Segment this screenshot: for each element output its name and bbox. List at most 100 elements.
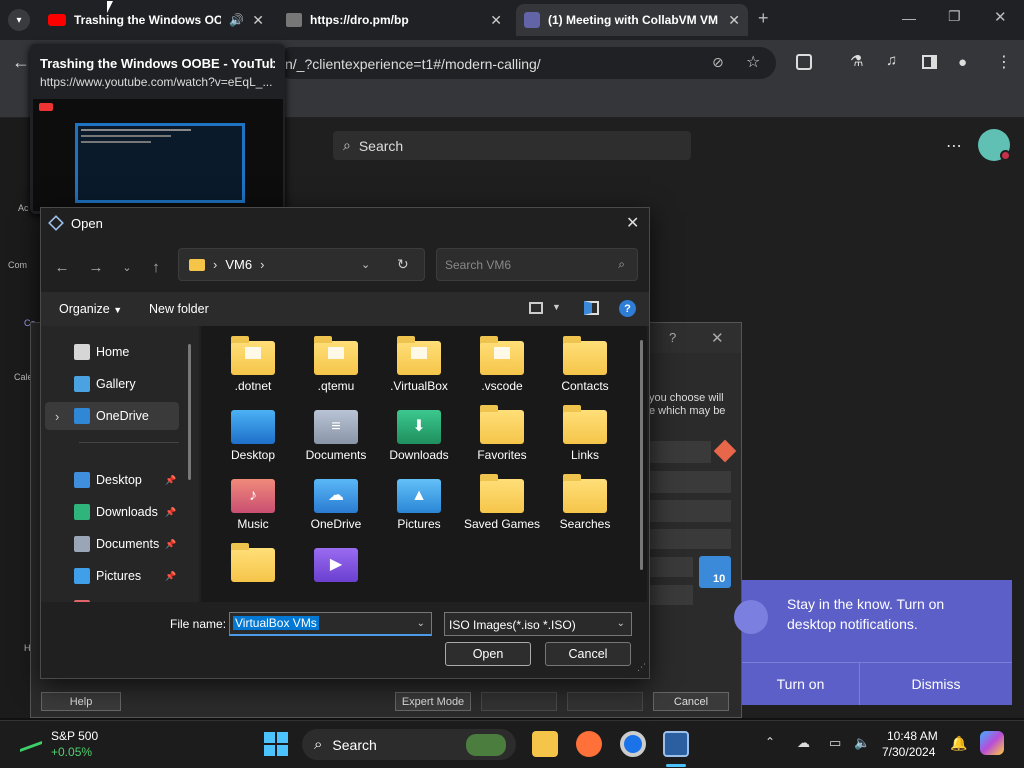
name-field[interactable] xyxy=(649,441,711,463)
view-options-icon[interactable] xyxy=(529,302,543,314)
stock-widget-name[interactable]: S&P 500 xyxy=(51,729,98,743)
new-folder-button[interactable]: New folder xyxy=(149,302,209,316)
tab-youtube[interactable]: Trashing the Windows OOBE - YouTube 🔊 ✕ xyxy=(40,4,272,36)
forward-icon[interactable]: → xyxy=(85,256,107,278)
file-type-select[interactable]: ISO Images(*.iso *.ISO) ⌄ xyxy=(444,612,632,636)
file-item[interactable]: .VirtualBox xyxy=(380,336,458,394)
nav-item[interactable]: Downloads 📌 xyxy=(41,498,191,526)
preview-pane-icon[interactable] xyxy=(584,301,599,315)
file-item[interactable] xyxy=(214,543,292,586)
nav-item[interactable]: Home xyxy=(41,338,191,366)
back-button[interactable] xyxy=(481,692,557,711)
iso-combo[interactable] xyxy=(649,500,731,522)
nav-item[interactable]: Music📌 xyxy=(41,594,191,602)
bell-icon[interactable]: 🔔 xyxy=(950,735,967,752)
more-options-icon[interactable]: ⋯ xyxy=(946,136,962,156)
file-list-scrollbar[interactable] xyxy=(640,340,643,570)
file-name-input[interactable]: VirtualBox VMs ⌄ xyxy=(229,612,432,636)
file-explorer-icon[interactable] xyxy=(532,731,558,757)
resize-grip-icon[interactable]: ⋰ xyxy=(637,662,646,673)
organize-button[interactable]: Organize ▼ xyxy=(59,302,122,316)
restore-window-button[interactable]: ❐ xyxy=(948,8,961,25)
recent-locations-icon[interactable]: ⌄ xyxy=(116,256,138,278)
expert-mode-button[interactable]: Expert Mode xyxy=(395,692,471,711)
close-window-button[interactable]: ✕ xyxy=(994,8,1007,26)
start-button[interactable] xyxy=(264,732,288,756)
close-tab-icon[interactable]: ✕ xyxy=(252,12,264,29)
chevron-up-icon[interactable]: ⌃ xyxy=(765,735,775,749)
close-icon[interactable]: ✕ xyxy=(626,213,639,233)
teams-search-bar[interactable]: ⌕ Search xyxy=(333,131,691,160)
clock-time[interactable]: 10:48 AM xyxy=(887,729,938,743)
profile-icon[interactable]: ● xyxy=(958,54,967,71)
display-icon[interactable]: ▭ xyxy=(829,735,841,751)
file-item[interactable]: .dotnet xyxy=(214,336,292,394)
eye-off-icon[interactable]: ⊘ xyxy=(712,54,724,71)
chevron-down-icon[interactable]: ⌄ xyxy=(417,618,425,629)
file-item[interactable]: ▶ xyxy=(297,548,375,586)
taskbar-search[interactable]: ⌕ Search xyxy=(302,729,516,760)
tab-teams-meeting[interactable]: (1) Meeting with CollabVM VM ✕ xyxy=(516,4,748,36)
new-tab-button[interactable]: + xyxy=(758,8,769,29)
close-tab-icon[interactable]: ✕ xyxy=(728,12,740,29)
volume-icon[interactable]: 🔈 xyxy=(854,735,870,751)
folder-combo[interactable] xyxy=(649,471,731,493)
chevron-right-icon[interactable]: › xyxy=(55,409,59,424)
file-item[interactable]: Favorites xyxy=(463,405,541,463)
nav-item[interactable]: Gallery xyxy=(41,370,191,398)
chrome-icon[interactable] xyxy=(620,731,646,757)
back-icon[interactable]: ← xyxy=(12,52,30,73)
help-icon[interactable]: ? xyxy=(619,300,636,317)
media-control-icon[interactable]: ♫ xyxy=(886,52,897,69)
cancel-button[interactable]: Cancel xyxy=(653,692,729,711)
side-panel-icon[interactable] xyxy=(922,55,937,69)
search-input[interactable]: Search VM6 ⌕ xyxy=(436,248,638,281)
next-button[interactable] xyxy=(567,692,643,711)
open-button[interactable]: Open xyxy=(445,642,531,666)
rail-label-community[interactable]: Com xyxy=(8,260,27,270)
file-item[interactable]: Contacts xyxy=(546,336,624,394)
chevron-down-icon[interactable]: ▼ xyxy=(552,302,561,312)
tab-dro[interactable]: https://dro.pm/bp ✕ xyxy=(278,4,510,36)
firefox-icon[interactable] xyxy=(576,731,602,757)
file-item[interactable]: .qtemu xyxy=(297,336,375,394)
star-icon[interactable]: ☆ xyxy=(746,52,760,72)
labs-icon[interactable]: ⚗ xyxy=(850,52,863,70)
file-item[interactable]: .vscode xyxy=(463,336,541,394)
back-icon[interactable]: ← xyxy=(51,256,73,278)
type-combo[interactable] xyxy=(649,557,693,577)
turn-on-button[interactable]: Turn on xyxy=(742,662,860,705)
file-item[interactable]: ⬇ Downloads xyxy=(380,410,458,463)
nav-item[interactable]: Desktop 📌 xyxy=(41,466,191,494)
nav-item[interactable]: Pictures 📌 xyxy=(41,562,191,590)
virtualbox-icon[interactable] xyxy=(663,731,689,757)
file-item[interactable]: ▲ Pictures xyxy=(380,479,458,532)
file-item[interactable]: Saved Games xyxy=(463,474,541,532)
rail-label-activity[interactable]: Ac xyxy=(18,203,29,213)
file-item[interactable]: ☁ OneDrive xyxy=(297,479,375,532)
file-item[interactable]: ≡ Documents xyxy=(297,410,375,463)
clock-date[interactable]: 7/30/2024 xyxy=(882,745,935,759)
nav-scrollbar[interactable] xyxy=(188,344,191,480)
help-button[interactable]: Help xyxy=(41,692,121,711)
close-icon[interactable]: ✕ xyxy=(711,329,724,347)
menu-dots-icon[interactable]: ⋮ xyxy=(996,52,1012,72)
file-item[interactable]: ♪ Music xyxy=(214,479,292,532)
file-item[interactable]: Searches xyxy=(546,474,624,532)
network-icon[interactable]: ☁ xyxy=(797,735,810,751)
file-item[interactable]: Desktop xyxy=(214,410,292,463)
chevron-down-icon[interactable]: ⌄ xyxy=(361,258,370,271)
nav-item[interactable]: Documents 📌 xyxy=(41,530,191,558)
cancel-button[interactable]: Cancel xyxy=(545,642,631,666)
refresh-icon[interactable]: ↻ xyxy=(397,256,409,273)
edition-combo[interactable] xyxy=(649,529,731,549)
extension-icon[interactable] xyxy=(796,54,812,70)
close-tab-icon[interactable]: ✕ xyxy=(490,12,502,29)
tab-list-button[interactable]: ▾ xyxy=(8,9,30,31)
address-breadcrumb[interactable]: › VM6 › ⌄ ↻ xyxy=(178,248,425,281)
help-icon[interactable]: ? xyxy=(669,330,676,345)
nav-item[interactable]: › OneDrive xyxy=(45,402,179,430)
minimize-window-button[interactable]: — xyxy=(902,10,916,26)
up-icon[interactable]: ↑ xyxy=(145,256,167,278)
dismiss-button[interactable]: Dismiss xyxy=(860,662,1012,705)
